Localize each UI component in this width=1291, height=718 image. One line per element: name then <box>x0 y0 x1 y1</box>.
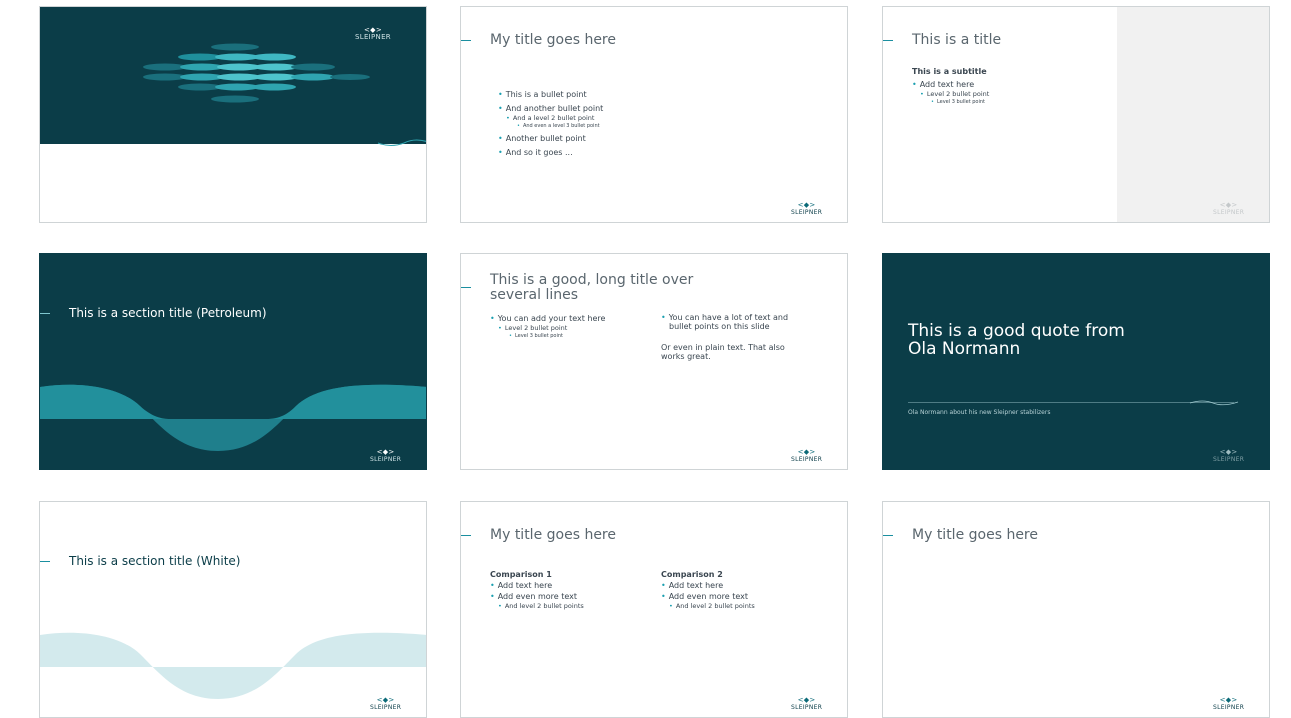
logo-text: SLEIPNER <box>370 456 402 463</box>
quote-line: Ola Normann <box>908 339 1021 359</box>
logo-text: SLEIPNER <box>791 456 823 463</box>
title-line: This is a good, long title over <box>490 272 694 288</box>
slide-thumbnail-cover[interactable]: <◆> SLEIPNER <box>39 6 427 223</box>
column-heading: Comparison 1 <box>490 570 552 579</box>
slide-thumbnail-section-petroleum[interactable]: This is a section title (Petroleum) <◆> … <box>39 253 427 470</box>
bullet-item: • And so it goes ... <box>498 148 573 157</box>
bullet-item: • Add even more text <box>490 592 577 601</box>
sleipner-logo: <◆> SLEIPNER <box>791 448 823 464</box>
slide-thumbnail-comparison[interactable]: My title goes here Comparison 1 • Add tex… <box>460 501 848 718</box>
quote-divider <box>908 402 1234 403</box>
bullet-item: • Add text here <box>912 80 975 89</box>
logo-text: SLEIPNER <box>791 209 823 216</box>
bullet-item-level2: • And level 2 bullet points <box>669 602 755 610</box>
quote-line: This is a good quote from <box>908 321 1125 341</box>
sleipner-logo: <◆> SLEIPNER <box>370 448 402 464</box>
bullet-item: • Add text here <box>490 581 553 590</box>
sleipner-logo: <◆> SLEIPNER <box>1213 201 1245 217</box>
title-marker <box>461 287 471 288</box>
plain-text-line: Or even in plain text. That also <box>661 343 785 352</box>
slide-title: My title goes here <box>490 32 616 48</box>
left-column: • You can add your text here • Level 2 bul… <box>490 313 640 340</box>
bullet-item: • You can have a lot of text and <box>661 313 789 322</box>
bullet-item: • Add even more text <box>661 592 748 601</box>
cover-curl-decoration <box>377 139 426 146</box>
slide-thumbnail-title-subtitle[interactable]: This is a title This is a subtitle • Add … <box>882 6 1270 223</box>
sleipner-mark-icon: <◆> <box>797 201 816 209</box>
bullet-item-level2: • And level 2 bullet points <box>498 602 584 610</box>
bullet-item: • This is a bullet point <box>498 90 587 99</box>
section-wave-graphic <box>40 632 426 699</box>
bullet-item: • You can add your text here <box>490 314 606 323</box>
slide-thumbnail-section-white[interactable]: This is a section title (White) <◆> SLEI… <box>39 501 427 718</box>
bullet-item-level3: • Level 3 bullet point <box>931 99 986 105</box>
bullet-list: • This is a bullet point • And another bul… <box>498 89 603 158</box>
comparison-column-1: Comparison 1 • Add text here • Add even mo… <box>490 569 640 611</box>
slide-thumbnail-quote[interactable]: This is a good quote from Ola Normann Ol… <box>882 253 1270 470</box>
sleipner-logo: <◆> SLEIPNER <box>791 696 823 712</box>
slide-thumbnail-bullets[interactable]: My title goes here • This is a bullet poi… <box>460 6 848 223</box>
logo-text: SLEIPNER <box>355 33 391 41</box>
slide-title: This is a good, long title over several … <box>490 273 693 303</box>
slide-title: This is a title <box>912 32 1002 48</box>
sleipner-logo: <◆> SLEIPNER <box>1213 696 1245 712</box>
logo-text: SLEIPNER <box>791 704 823 711</box>
quote-text: This is a good quote from Ola Normann <box>908 322 1125 358</box>
right-column: • You can have a lot of text and bullet p… <box>661 313 811 361</box>
sleipner-logo: <◆> SLEIPNER <box>1213 448 1245 464</box>
sleipner-logo: <◆> SLEIPNER <box>370 696 402 712</box>
title-marker <box>883 535 893 536</box>
sleipner-mark-icon: <◆> <box>1219 448 1238 456</box>
sleipner-logo: <◆> SLEIPNER <box>791 201 823 217</box>
side-panel <box>1117 7 1269 222</box>
bullet-item: • Another bullet point <box>498 134 586 143</box>
logo-text: SLEIPNER <box>1213 456 1245 463</box>
slide-title: My title goes here <box>490 527 616 543</box>
bullet-item-level2: • Level 2 bullet point <box>920 90 990 98</box>
bullet-item: • Add text here <box>661 581 724 590</box>
bullet-item-continued: bullet points on this slide <box>669 322 770 331</box>
logo-text: SLEIPNER <box>1213 209 1245 216</box>
title-marker <box>461 40 471 41</box>
sleipner-mark-icon: <◆> <box>376 696 395 704</box>
sleipner-logo: <◆> SLEIPNER <box>355 27 391 41</box>
section-wave-graphic <box>40 384 426 451</box>
divider-flourish <box>1189 400 1239 406</box>
slide-title: My title goes here <box>912 527 1038 543</box>
bullet-item: • And another bullet point <box>498 104 604 113</box>
bullet-item-level3: • And even a level 3 bullet point <box>517 123 600 129</box>
sleipner-mark-icon: <◆> <box>376 448 395 456</box>
logo-text: SLEIPNER <box>1213 704 1245 711</box>
sleipner-mark-icon: <◆> <box>1219 696 1238 704</box>
title-line: several lines <box>490 287 579 303</box>
sleipner-mark-icon: <◆> <box>1219 201 1238 209</box>
logo-text: SLEIPNER <box>370 704 402 711</box>
sleipner-mark-icon: <◆> <box>797 448 816 456</box>
slide-subtitle: This is a subtitle <box>912 67 987 76</box>
quote-caption: Ola Normann about his new Sleipner stabi… <box>908 409 1051 416</box>
bullet-item-level2: • Level 2 bullet point <box>498 324 568 332</box>
comparison-column-2: Comparison 2 • Add text here • Add even mo… <box>661 569 811 611</box>
bullet-item-level3: • Level 3 bullet point <box>509 333 564 339</box>
bullet-list: This is a subtitle • Add text here • Level… <box>912 66 989 106</box>
plain-text-line: works great. <box>661 352 711 361</box>
slide-thumbnail-title-only[interactable]: My title goes here <◆> SLEIPNER <box>882 501 1270 718</box>
slide-thumbnail-long-title[interactable]: This is a good, long title over several … <box>460 253 848 470</box>
title-marker <box>883 40 893 41</box>
title-marker <box>461 535 471 536</box>
sleipner-mark-icon: <◆> <box>797 696 816 704</box>
plain-text: Or even in plain text. That also works g… <box>661 343 811 361</box>
column-heading: Comparison 2 <box>661 570 723 579</box>
bullet-item-level2: • And a level 2 bullet point <box>506 114 595 122</box>
